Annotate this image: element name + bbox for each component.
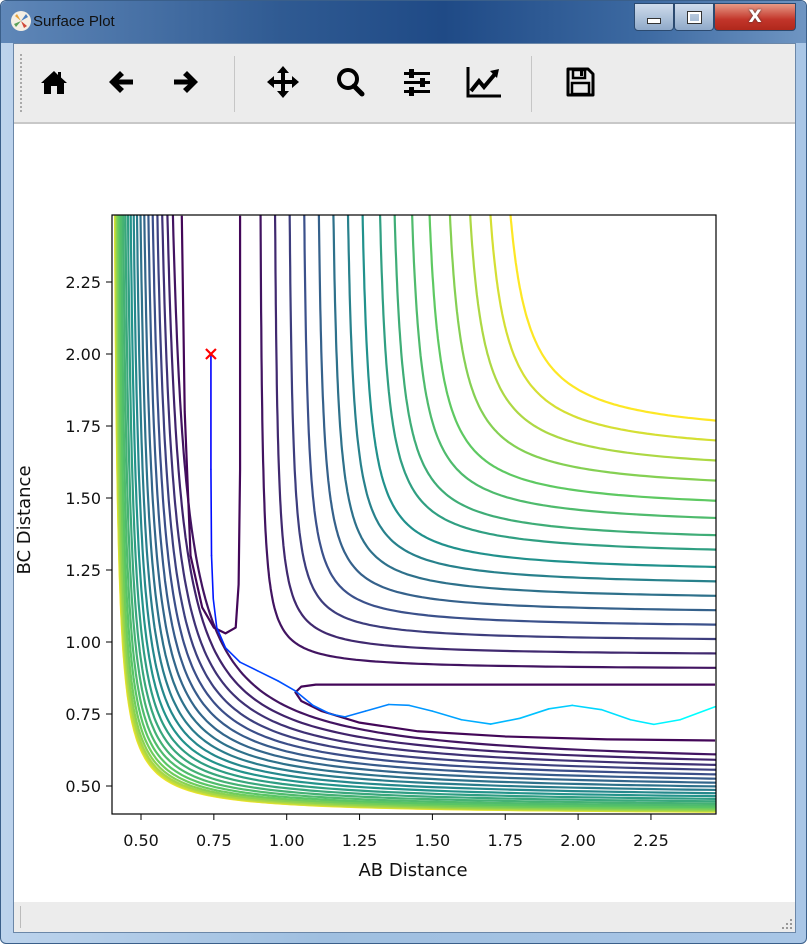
wall-contour-line <box>129 215 716 798</box>
wall-contour-line <box>126 215 716 800</box>
trajectory-segment <box>519 708 550 720</box>
y-tick-label: 0.75 <box>65 705 101 724</box>
wall-contour-line <box>139 215 716 788</box>
trajectory-segment <box>210 554 215 600</box>
wall-contour-line <box>161 215 716 767</box>
trajectory-segment <box>571 704 603 711</box>
outer-contour-line <box>469 215 716 462</box>
trajectory-segment <box>600 708 632 721</box>
outer-contour-line <box>428 215 716 502</box>
y-tick-label: 1.00 <box>65 633 101 652</box>
outer-contour-line <box>489 215 716 442</box>
outer-contour-line <box>332 215 716 597</box>
wall-contour-line <box>166 215 716 761</box>
x-tick-label: 0.50 <box>123 831 159 850</box>
wall-contour-line <box>114 215 716 813</box>
trajectory-segment <box>364 703 390 712</box>
trajectory-segment <box>277 680 297 692</box>
outer-contour-line <box>411 215 716 520</box>
wall-contour-line <box>124 215 716 803</box>
wall-contour-line <box>122 215 716 805</box>
y-tick-label: 0.50 <box>65 777 101 796</box>
wall-contour-line <box>114 215 716 813</box>
trajectory-segment <box>629 718 655 726</box>
trajectory-segment <box>548 704 574 710</box>
trajectory-segment <box>239 661 259 672</box>
x-tick-label: 1.50 <box>415 831 451 850</box>
x-tick-label: 0.75 <box>196 831 232 850</box>
trajectory-segment <box>408 704 434 712</box>
wall-contour-line <box>115 215 716 812</box>
trajectory-segment <box>653 718 681 726</box>
outer-contour-line <box>509 215 716 422</box>
outer-contour-line <box>361 215 716 569</box>
trajectory-segment <box>210 468 213 557</box>
wall-contour-line <box>143 215 716 784</box>
y-tick-label: 2.25 <box>65 273 101 292</box>
y-tick-label: 2.00 <box>65 345 101 364</box>
x-axis-ticks: 0.50 0.75 1.00 1.25 1.50 1.75 2.00 2.25 <box>123 814 669 850</box>
x-tick-label: 2.00 <box>560 831 596 850</box>
trajectory-segment <box>256 669 279 682</box>
x-tick-label: 1.00 <box>269 831 305 850</box>
contour-plot[interactable]: 0.50 0.75 1.00 1.25 1.50 1.75 2.00 2.25 0.50 0.7… <box>0 0 807 944</box>
y-axis-ticks: 0.50 0.75 1.00 1.25 1.50 1.75 2.00 2.25 <box>65 273 112 796</box>
wall-contour-line <box>147 215 716 780</box>
wall-contour-line <box>116 215 716 811</box>
x-tick-label: 1.75 <box>487 831 523 850</box>
trajectory-segment <box>312 704 332 715</box>
outer-contour-line <box>393 215 716 537</box>
trajectory-segment <box>344 710 367 718</box>
y-tick-label: 1.50 <box>65 489 101 508</box>
trajectory-segment <box>431 710 463 721</box>
trajectory-segment <box>489 717 521 725</box>
wall-contour-line <box>171 215 716 756</box>
x-axis-label: AB Distance <box>358 860 467 881</box>
outer-contour-line <box>273 215 716 655</box>
contour-lines <box>113 215 716 813</box>
trajectory-segment <box>460 718 492 725</box>
y-tick-label: 1.25 <box>65 561 101 580</box>
y-tick-label: 1.75 <box>65 417 101 436</box>
trajectory-segment <box>679 705 716 721</box>
x-tick-label: 2.25 <box>633 831 669 850</box>
y-axis-label: BC Distance <box>14 465 35 574</box>
x-tick-label: 1.25 <box>342 831 378 850</box>
trajectory-segment <box>387 703 410 707</box>
